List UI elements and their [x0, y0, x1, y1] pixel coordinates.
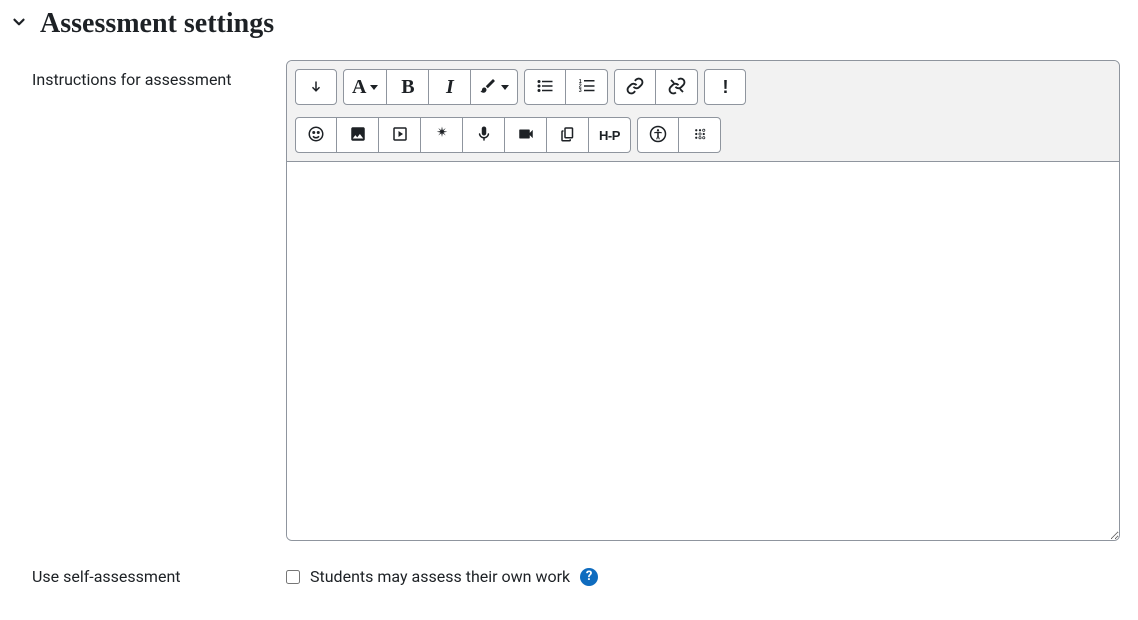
numbered-list-button[interactable]: 123 — [566, 69, 608, 105]
video-icon — [517, 125, 535, 146]
italic-letter: I — [446, 76, 454, 99]
braille-icon — [691, 125, 709, 146]
unlink-button[interactable] — [656, 69, 698, 105]
microphone-icon — [475, 125, 493, 146]
h5p-button[interactable]: H-P — [589, 117, 631, 153]
link-icon — [626, 77, 644, 98]
caret-down-icon — [501, 85, 509, 90]
svg-text:3: 3 — [579, 88, 582, 94]
smiley-icon — [307, 125, 325, 146]
section-title: Assessment settings — [40, 8, 274, 40]
accessibility-icon — [649, 125, 667, 146]
media-icon — [391, 125, 409, 146]
toggle-arrow-icon — [307, 77, 325, 98]
self-assessment-label: Use self-assessment — [10, 567, 286, 586]
unlink-icon — [668, 77, 686, 98]
exclaim-button[interactable]: ! — [704, 69, 746, 105]
brush-icon — [479, 77, 497, 98]
numbered-list-icon: 123 — [578, 77, 596, 98]
toggle-toolbar-button[interactable] — [295, 69, 337, 105]
emoji-button[interactable] — [295, 117, 337, 153]
accessibility-button[interactable] — [637, 117, 679, 153]
self-assessment-row: Use self-assessment Students may assess … — [10, 567, 1128, 586]
chevron-down-icon[interactable] — [10, 13, 28, 35]
screenreader-button[interactable] — [679, 117, 721, 153]
files-button[interactable] — [547, 117, 589, 153]
instructions-label: Instructions for assessment — [10, 60, 286, 89]
image-button[interactable] — [337, 117, 379, 153]
self-assessment-text: Students may assess their own work — [310, 567, 570, 586]
asterisk-icon — [433, 125, 451, 146]
bullet-list-icon — [536, 77, 554, 98]
rich-text-editor: A B I — [286, 60, 1120, 541]
instructions-row: Instructions for assessment A — [10, 60, 1128, 541]
self-assessment-control: Students may assess their own work ? — [286, 567, 1128, 586]
editor-content-area[interactable] — [287, 162, 1119, 540]
bold-letter: B — [401, 76, 414, 99]
font-letter: A — [352, 76, 366, 99]
editor-toolbar: A B I — [287, 61, 1119, 162]
paragraph-style-button[interactable]: A — [343, 69, 387, 105]
image-icon — [349, 125, 367, 146]
exclaim-text: ! — [722, 77, 728, 98]
link-button[interactable] — [614, 69, 656, 105]
files-icon — [559, 125, 577, 146]
help-icon[interactable]: ? — [580, 568, 598, 586]
instructions-control: A B I — [286, 60, 1128, 541]
italic-button[interactable]: I — [429, 69, 471, 105]
video-button[interactable] — [505, 117, 547, 153]
self-assessment-checkbox[interactable] — [286, 570, 300, 584]
loading-button[interactable] — [421, 117, 463, 153]
microphone-button[interactable] — [463, 117, 505, 153]
caret-down-icon — [370, 85, 378, 90]
section-header: Assessment settings — [10, 8, 1128, 40]
media-button[interactable] — [379, 117, 421, 153]
bullet-list-button[interactable] — [524, 69, 566, 105]
bold-button[interactable]: B — [387, 69, 429, 105]
text-color-button[interactable] — [471, 69, 518, 105]
h5p-text: H-P — [599, 128, 620, 143]
